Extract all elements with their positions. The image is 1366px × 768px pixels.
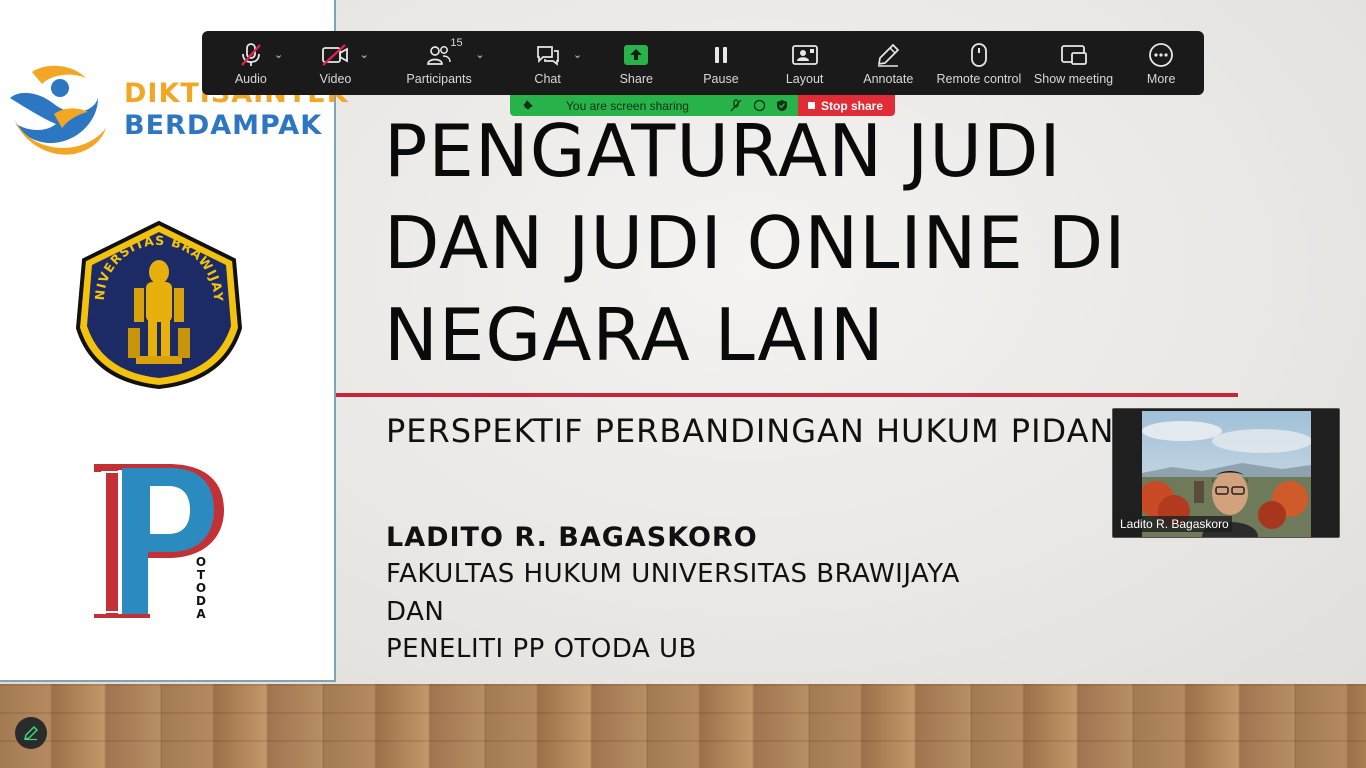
layout-button[interactable]: Layout [762, 31, 848, 95]
share-button[interactable]: Share [592, 31, 680, 95]
audio-options-chevron-icon[interactable]: ⌄ [274, 48, 283, 61]
pause-icon [707, 42, 735, 68]
annotate-button[interactable]: Annotate [847, 31, 929, 95]
video-label: Video [319, 72, 352, 86]
microphone-muted-icon [237, 42, 265, 68]
affiliation-line: FAKULTAS HUKUM UNIVERSITAS BRAWIJAYA [386, 559, 960, 589]
layout-label: Layout [785, 72, 824, 86]
slide-subtitle: PERSPEKTIF PERBANDINGAN HUKUM PIDANA [386, 412, 1126, 450]
stop-square-icon [808, 102, 815, 109]
chat-bubble-icon [534, 42, 562, 68]
slide-title: PENGATURAN JUDI DAN JUDI ONLINE DI NEGAR… [384, 105, 1244, 381]
audio-button[interactable]: Audio ⌄ [206, 31, 296, 95]
participants-button[interactable]: 15 Participants ⌄ [375, 31, 502, 95]
affiliation-line: PENELITI PP OTODA UB [386, 634, 697, 664]
screen-sharing-status: You are screen sharing [566, 98, 689, 113]
recording-status-icon [753, 99, 766, 112]
annotate-label: Annotate [863, 72, 914, 86]
otoda-vertical-text: OTODA [195, 555, 207, 621]
participants-count-badge: 15 [450, 37, 463, 49]
title-divider [336, 393, 1238, 397]
meeting-toolbar: Audio ⌄ Video ⌄ 15 Participants ⌄ Chat ⌄… [202, 31, 1204, 95]
audio-label: Audio [234, 72, 267, 86]
remote-control-label: Remote control [936, 72, 1022, 86]
otoda-logo: OTODA [88, 458, 238, 628]
more-ellipsis-icon [1147, 42, 1175, 68]
share-label: Share [619, 72, 653, 86]
remote-control-button[interactable]: Remote control [929, 31, 1029, 95]
share-screen-icon [622, 42, 650, 68]
wood-floor-background [0, 684, 1366, 768]
chat-label: Chat [534, 72, 561, 86]
pen-annotation-button[interactable] [15, 717, 47, 749]
participants-label: Participants [406, 72, 472, 86]
slide-title-line: DAN JUDI ONLINE DI [384, 201, 1127, 285]
participants-icon [425, 42, 453, 68]
chat-button[interactable]: Chat ⌄ [503, 31, 593, 95]
author-name: LADITO R. BAGASKORO [386, 522, 758, 553]
video-button[interactable]: Video ⌄ [296, 31, 376, 95]
layout-icon [791, 42, 819, 68]
video-options-chevron-icon[interactable]: ⌄ [360, 48, 369, 61]
show-meeting-button[interactable]: Show meeting [1029, 31, 1119, 95]
participants-options-chevron-icon[interactable]: ⌄ [475, 48, 484, 61]
affiliation-line: DAN [386, 596, 445, 627]
camera-off-icon [321, 42, 349, 68]
stop-share-button[interactable]: Stop share [798, 95, 895, 116]
annotate-pen-icon [874, 42, 902, 68]
show-meeting-label: Show meeting [1033, 72, 1114, 86]
mic-muted-small-icon [730, 99, 742, 112]
participant-video-tile[interactable]: Ladito R. Bagaskoro [1112, 408, 1340, 538]
author-block: LADITO R. BAGASKORO FAKULTAS HUKUM UNIVE… [386, 520, 960, 669]
screen-sharing-banner[interactable]: You are screen sharing [510, 95, 798, 116]
slide-title-line: PENGATURAN JUDI [384, 109, 1062, 193]
pause-label: Pause [703, 72, 739, 86]
universitas-brawijaya-seal: UNIVERSITAS BRAWIJAYA [68, 208, 244, 390]
logo-panel: DIKTISAINTEK BERDAMPAK UNIVERSITAS BRAWI… [0, 0, 348, 682]
more-button[interactable]: More [1118, 31, 1204, 95]
diktisaintek-emblem-icon [10, 65, 106, 155]
more-label: More [1146, 72, 1176, 86]
chat-options-chevron-icon[interactable]: ⌄ [573, 48, 582, 61]
pause-share-button[interactable]: Pause [680, 31, 762, 95]
slide-title-line: NEGARA LAIN [384, 293, 885, 377]
show-meeting-window-icon [1060, 42, 1088, 68]
security-shield-icon [777, 100, 787, 111]
logo-text-line2: BERDAMPAK [124, 110, 323, 141]
drag-pin-icon[interactable] [522, 99, 534, 111]
mouse-icon [965, 42, 993, 68]
pencil-icon [23, 725, 39, 741]
participant-name-label: Ladito R. Bagaskoro [1117, 516, 1232, 532]
stop-share-label: Stop share [821, 98, 884, 113]
